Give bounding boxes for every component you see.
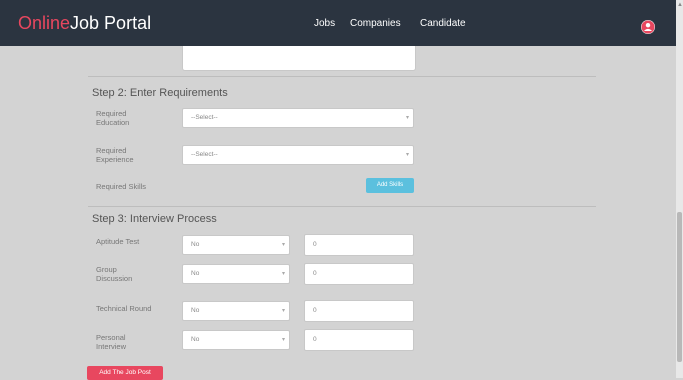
- user-icon: [641, 20, 655, 34]
- section-divider: [88, 206, 596, 207]
- personal-interview-select[interactable]: No ▾: [182, 330, 290, 350]
- personal-interview-select-value: No: [191, 336, 200, 343]
- personal-interview-input[interactable]: 0: [304, 329, 414, 351]
- chevron-down-icon: ▾: [281, 242, 285, 248]
- user-avatar[interactable]: [641, 20, 655, 34]
- education-label: Required Education: [96, 109, 130, 127]
- nav-link-jobs[interactable]: Jobs: [314, 18, 335, 29]
- brand-accent-text: Online: [18, 13, 71, 33]
- chevron-down-icon: ▾: [281, 271, 285, 277]
- group-discussion-label: Group Discussion: [96, 265, 133, 283]
- personal-interview-label: Personal Interview: [96, 333, 127, 351]
- brand-text: Job Portal: [70, 13, 152, 33]
- education-select[interactable]: --Select-- ▾: [182, 108, 414, 128]
- aptitude-test-input[interactable]: 0: [304, 234, 414, 256]
- job-description-textarea[interactable]: [182, 46, 416, 71]
- experience-label: Required Experience: [96, 146, 134, 164]
- chevron-down-icon: ▾: [405, 115, 409, 121]
- nav-link-companies[interactable]: Companies: [350, 18, 401, 29]
- group-discussion-input-value: 0: [313, 270, 317, 277]
- technical-round-label: Technical Round: [96, 304, 152, 313]
- skills-label: Required Skills: [96, 182, 147, 191]
- chevron-down-icon: ▾: [281, 308, 285, 314]
- step2-title: Step 2: Enter Requirements: [92, 87, 228, 99]
- section-divider: [88, 76, 596, 77]
- nav-link-candidate[interactable]: Candidate: [420, 18, 466, 29]
- technical-round-input[interactable]: 0: [304, 300, 414, 322]
- group-discussion-select[interactable]: No ▾: [182, 264, 290, 284]
- education-select-value: --Select--: [191, 114, 218, 121]
- brand-logo[interactable]: OnlineJob Portal: [18, 13, 151, 34]
- scroll-up-arrow-icon[interactable]: ▲: [677, 2, 683, 8]
- experience-select[interactable]: --Select-- ▾: [182, 145, 414, 165]
- experience-select-value: --Select--: [191, 151, 218, 158]
- aptitude-test-select-value: No: [191, 241, 200, 248]
- technical-round-input-value: 0: [313, 307, 317, 314]
- group-discussion-select-value: No: [191, 270, 200, 277]
- group-discussion-input[interactable]: 0: [304, 263, 414, 285]
- technical-round-select-value: No: [191, 307, 200, 314]
- top-navbar: OnlineJob Portal Jobs Companies Candidat…: [0, 0, 676, 46]
- add-skills-button[interactable]: Add Skills: [366, 178, 414, 193]
- aptitude-test-input-value: 0: [313, 241, 317, 248]
- chevron-down-icon: ▾: [281, 337, 285, 343]
- scrollbar-thumb[interactable]: [677, 212, 682, 362]
- technical-round-select[interactable]: No ▾: [182, 301, 290, 321]
- step3-title: Step 3: Interview Process: [92, 213, 217, 225]
- chevron-down-icon: ▾: [405, 152, 409, 158]
- job-post-form: Step 2: Enter Requirements Required Educ…: [0, 46, 676, 380]
- personal-interview-input-value: 0: [313, 336, 317, 343]
- aptitude-test-select[interactable]: No ▾: [182, 235, 290, 255]
- aptitude-test-label: Aptitude Test: [96, 237, 140, 246]
